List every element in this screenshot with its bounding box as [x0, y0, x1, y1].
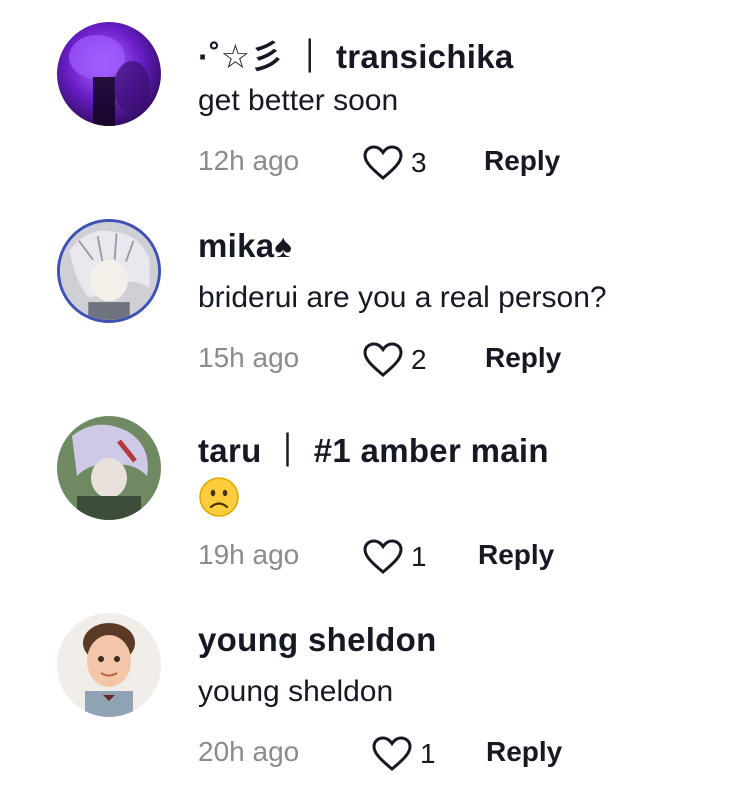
- heart-icon: [372, 736, 412, 771]
- like-count: 2: [411, 344, 427, 375]
- reply-button[interactable]: Reply: [486, 736, 562, 768]
- timestamp: 15h ago: [198, 342, 300, 373]
- avatar[interactable]: [57, 613, 161, 717]
- username[interactable]: taru ｜ #1 amber main: [198, 424, 549, 472]
- comment-meta: 19h ago 1 Reply: [198, 537, 698, 577]
- reply-button[interactable]: Reply: [478, 539, 554, 571]
- avatar[interactable]: [57, 219, 161, 323]
- timestamp: 12h ago: [198, 145, 300, 176]
- avatar-image-drawing: [57, 416, 161, 520]
- heart-icon: [363, 539, 403, 574]
- avatar-image-photo: [57, 613, 161, 717]
- like-count: 3: [411, 147, 427, 178]
- comment-meta: 12h ago 3 Reply: [198, 143, 698, 183]
- like-button[interactable]: 1: [363, 537, 427, 577]
- comment-meta: 20h ago 1 Reply: [198, 734, 698, 774]
- like-button[interactable]: 3: [363, 143, 427, 183]
- heart-icon: [363, 342, 403, 377]
- reply-button[interactable]: Reply: [484, 145, 560, 177]
- comment-text: get better soon: [198, 84, 399, 117]
- username[interactable]: ·˚☆彡 ｜ transichika: [198, 30, 514, 78]
- timestamp: 20h ago: [198, 736, 300, 767]
- comment-text: briderui are you a real person?: [198, 281, 607, 314]
- slightly-frowning-face-icon: [199, 477, 239, 517]
- comment-item: young sheldon young sheldon 20h ago 1 Re…: [0, 591, 755, 787]
- comment-meta: 15h ago 2 Reply: [198, 340, 698, 380]
- comment-item: mika♠ briderui are you a real person? 15…: [0, 197, 755, 393]
- heart-icon: [363, 145, 403, 180]
- username[interactable]: young sheldon: [198, 621, 437, 659]
- comment-text: [198, 476, 240, 518]
- like-button[interactable]: 1: [372, 734, 436, 774]
- avatar-image-purple: [57, 22, 161, 126]
- avatar[interactable]: [57, 416, 161, 520]
- avatar-image-anime: [60, 222, 158, 320]
- reply-button[interactable]: Reply: [485, 342, 561, 374]
- timestamp: 19h ago: [198, 539, 300, 570]
- avatar[interactable]: [57, 22, 161, 126]
- comment-text: young sheldon: [198, 675, 394, 708]
- like-count: 1: [411, 541, 427, 572]
- comment-item: taru ｜ #1 amber main 19h ago 1 Reply: [0, 394, 755, 590]
- comment-item: ·˚☆彡 ｜ transichika get better soon 12h a…: [0, 0, 755, 196]
- like-count: 1: [420, 738, 436, 769]
- username[interactable]: mika♠: [198, 227, 292, 265]
- like-button[interactable]: 2: [363, 340, 427, 380]
